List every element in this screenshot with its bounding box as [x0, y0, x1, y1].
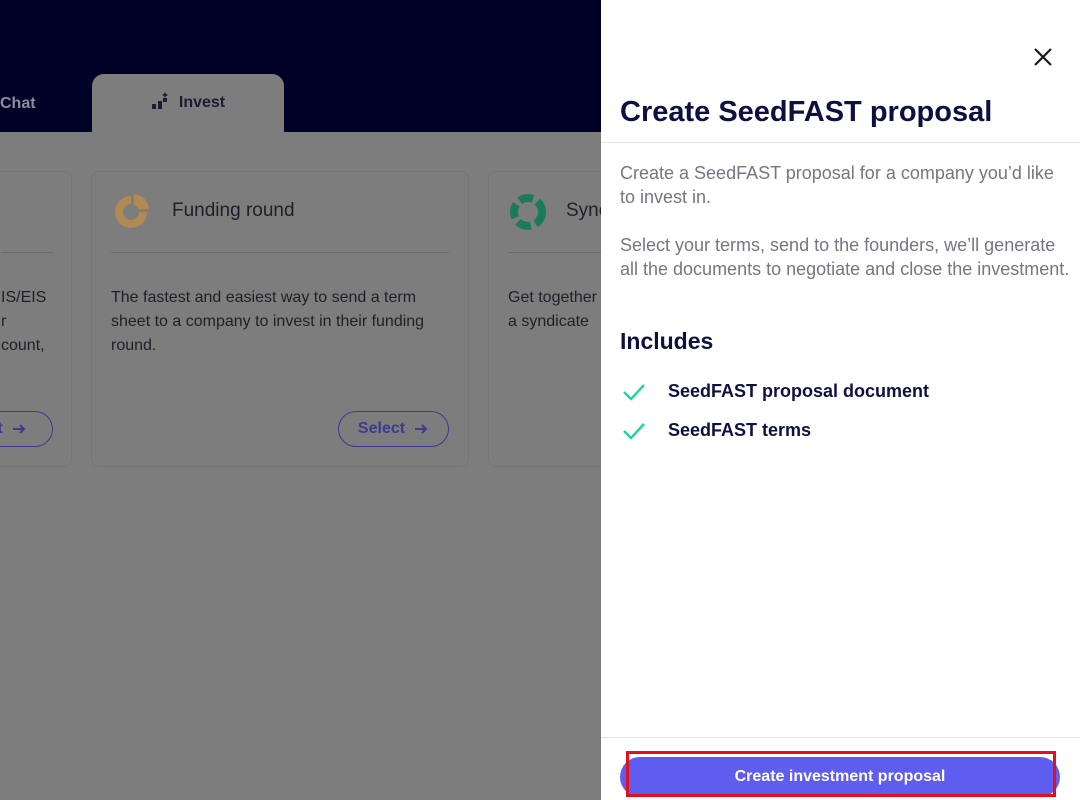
includes-item: SeedFAST proposal document — [620, 377, 929, 405]
includes-item: SeedFAST terms — [620, 416, 811, 444]
investment-type-card: IS/EIS r count, t — [0, 171, 72, 467]
select-button[interactable]: t — [0, 411, 53, 447]
invest-icon — [151, 91, 169, 115]
card-divider — [111, 252, 449, 253]
tab-chat[interactable]: Chat — [0, 92, 40, 116]
tab-invest[interactable]: Invest — [92, 74, 284, 132]
panel-header-divider — [601, 142, 1080, 143]
panel-footer-divider — [601, 737, 1080, 738]
panel-details-text: Select your terms, send to the founders,… — [620, 235, 1070, 279]
highlight-box — [626, 751, 1056, 797]
funding-round-card[interactable]: Funding round The fastest and easiest wa… — [91, 171, 469, 467]
pie-chart-icon — [115, 194, 149, 228]
select-button[interactable]: Select — [338, 411, 449, 447]
arrow-right-icon — [12, 424, 26, 434]
panel-intro-text: Create a SeedFAST proposal for a company… — [620, 163, 1054, 207]
card-description: IS/EIS r count, — [1, 289, 47, 354]
tab-invest-label: Invest — [178, 94, 226, 111]
close-icon — [1034, 48, 1052, 66]
includes-heading: Includes — [620, 328, 714, 354]
check-icon — [623, 423, 645, 440]
check-icon — [623, 384, 645, 401]
card-title: Funding round — [172, 200, 295, 221]
close-button[interactable] — [1030, 44, 1056, 70]
panel-title: Create SeedFAST proposal — [620, 96, 993, 128]
syndicate-icon — [510, 194, 546, 230]
arrow-right-icon — [415, 424, 428, 434]
card-divider — [1, 252, 53, 253]
card-description: The fastest and easiest way to send a te… — [111, 289, 425, 354]
